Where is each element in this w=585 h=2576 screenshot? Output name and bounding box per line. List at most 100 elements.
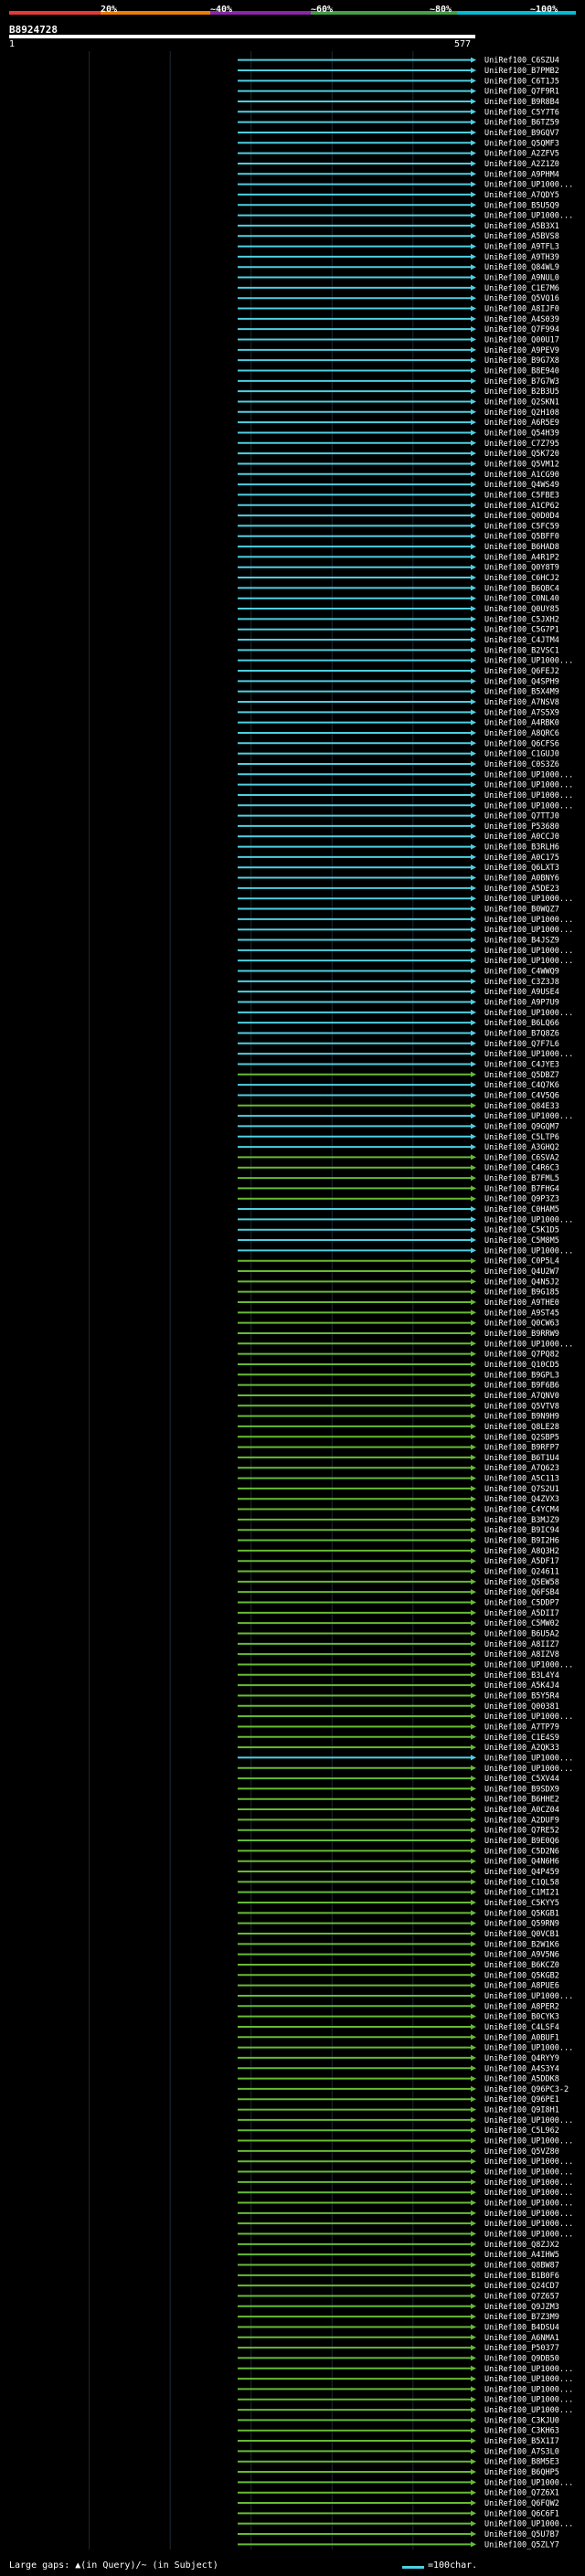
hit-label[interactable]: UniRef100_UP1000... [484, 2220, 573, 2229]
hit-label[interactable]: UniRef100_UP1000... [484, 916, 573, 925]
hit-label[interactable]: UniRef100_B8M5E3 [484, 2458, 559, 2467]
hit-label[interactable]: UniRef100_C4WWQ9 [484, 968, 559, 977]
hit-label[interactable]: UniRef100_Q7Z6X1 [484, 2489, 559, 2498]
hit-label[interactable]: UniRef100_C5G7P1 [484, 626, 559, 635]
hit-label[interactable]: UniRef100_C5KYY5 [484, 1899, 559, 1908]
hit-label[interactable]: UniRef100_UP1000... [484, 895, 573, 904]
hit-label[interactable]: UniRef100_Q00381 [484, 1702, 559, 1712]
hit-label[interactable]: UniRef100_A7S5X9 [484, 708, 559, 717]
hit-label[interactable]: UniRef100_B6KCZ0 [484, 1961, 559, 1970]
hit-label[interactable]: UniRef100_A8PUE6 [484, 1982, 559, 1991]
hit-label[interactable]: UniRef100_Q5QMF3 [484, 139, 559, 148]
hit-label[interactable]: UniRef100_UP1000... [484, 2168, 573, 2178]
hit-label[interactable]: UniRef100_C6SVA2 [484, 1153, 559, 1162]
hit-label[interactable]: UniRef100_C5L962 [484, 2126, 559, 2136]
hit-label[interactable]: UniRef100_Q2H108 [484, 408, 559, 418]
hit-label[interactable]: UniRef100_UP1000... [484, 791, 573, 800]
hit-label[interactable]: UniRef100_B2B3U5 [484, 387, 559, 397]
hit-label[interactable]: UniRef100_UP1000... [484, 2385, 573, 2394]
hit-label[interactable]: UniRef100_B9RRW9 [484, 1330, 559, 1339]
hit-label[interactable]: UniRef100_UP1000... [484, 2365, 573, 2374]
hit-label[interactable]: UniRef100_A1CG90 [484, 471, 559, 480]
hit-label[interactable]: UniRef100_B7PMB2 [484, 67, 559, 76]
hit-label[interactable]: UniRef100_Q5DBZ7 [484, 1071, 559, 1080]
hit-label[interactable]: UniRef100_C1E7M6 [484, 284, 559, 293]
hit-label[interactable]: UniRef100_C5DDP7 [484, 1599, 559, 1608]
hit-label[interactable]: UniRef100_UP1000... [484, 1754, 573, 1763]
hit-label[interactable]: UniRef100_Q9P3Z3 [484, 1195, 559, 1204]
hit-label[interactable]: UniRef100_A9TH39 [484, 253, 559, 262]
hit-label[interactable]: UniRef100_Q5VZ80 [484, 2147, 559, 2157]
hit-label[interactable]: UniRef100_B9F6B6 [484, 1382, 559, 1391]
hit-label[interactable]: UniRef100_Q24611 [484, 1568, 559, 1577]
hit-label[interactable]: UniRef100_A2QK33 [484, 1744, 559, 1753]
hit-label[interactable]: UniRef100_C1MI21 [484, 1889, 559, 1898]
hit-label[interactable]: UniRef100_C1GUJ0 [484, 750, 559, 759]
hit-label[interactable]: UniRef100_Q4WS49 [484, 481, 559, 490]
hit-label[interactable]: UniRef100_Q4RYY9 [484, 2054, 559, 2063]
hit-label[interactable]: UniRef100_UP1000... [484, 2396, 573, 2405]
hit-label[interactable]: UniRef100_Q6FSB4 [484, 1588, 559, 1597]
hit-label[interactable]: UniRef100_B2VSC1 [484, 646, 559, 655]
hit-label[interactable]: UniRef100_UP1000... [484, 2375, 573, 2384]
hit-label[interactable]: UniRef100_Q4ZVX3 [484, 1495, 559, 1504]
hit-label[interactable]: UniRef100_Q9JZM3 [484, 2303, 559, 2312]
hit-label[interactable]: UniRef100_A4RBK0 [484, 719, 559, 728]
hit-label[interactable]: UniRef100_C4LSF4 [484, 2023, 559, 2032]
hit-label[interactable]: UniRef100_UP1000... [484, 926, 573, 935]
hit-label[interactable]: UniRef100_Q8BW87 [484, 2261, 559, 2270]
hit-label[interactable]: UniRef100_Q24CD7 [484, 2282, 559, 2291]
hit-label[interactable]: UniRef100_A8IIZ7 [484, 1640, 559, 1649]
hit-label[interactable]: UniRef100_B6HAD8 [484, 543, 559, 552]
hit-label[interactable]: UniRef100_A2DUF9 [484, 1816, 559, 1825]
hit-label[interactable]: UniRef100_A5BVS8 [484, 232, 559, 241]
hit-label[interactable]: UniRef100_C4JYE3 [484, 1060, 559, 1069]
hit-label[interactable]: UniRef100_Q4U2W7 [484, 1267, 559, 1277]
hit-label[interactable]: UniRef100_A4S3Y4 [484, 2064, 559, 2073]
hit-label[interactable]: UniRef100_A8Q3H2 [484, 1547, 559, 1556]
hit-label[interactable]: UniRef100_Q0D0D4 [484, 512, 559, 521]
hit-label[interactable]: UniRef100_A9TFL3 [484, 243, 559, 252]
hit-label[interactable]: UniRef100_Q5VQ16 [484, 294, 559, 303]
hit-label[interactable]: UniRef100_UP1000... [484, 957, 573, 966]
hit-label[interactable]: UniRef100_C5K1D5 [484, 1226, 559, 1235]
hit-label[interactable]: UniRef100_Q5EW58 [484, 1578, 559, 1587]
hit-label[interactable]: UniRef100_C5XV44 [484, 1775, 559, 1784]
hit-label[interactable]: UniRef100_Q7PQ82 [484, 1351, 559, 1360]
hit-label[interactable]: UniRef100_A9ST45 [484, 1309, 559, 1318]
hit-label[interactable]: UniRef100_UP1000... [484, 1712, 573, 1722]
hit-label[interactable]: UniRef100_C1E4S9 [484, 1733, 559, 1743]
hit-label[interactable]: UniRef100_B7Z3M9 [484, 2313, 559, 2322]
hit-label[interactable]: UniRef100_Q6CFS6 [484, 739, 559, 748]
hit-label[interactable]: UniRef100_Q7F7L6 [484, 1040, 559, 1049]
hit-label[interactable]: UniRef100_A9V5N6 [484, 1951, 559, 1960]
hit-label[interactable]: UniRef100_Q2SBP5 [484, 1433, 559, 1442]
hit-label[interactable]: UniRef100_A5DII7 [484, 1609, 559, 1618]
hit-label[interactable]: UniRef100_C0P5L4 [484, 1257, 559, 1267]
hit-label[interactable]: UniRef100_Q9GQM7 [484, 1122, 559, 1131]
hit-label[interactable]: UniRef100_A5DF17 [484, 1557, 559, 1566]
hit-label[interactable]: UniRef100_B6HHE2 [484, 1796, 559, 1805]
hit-label[interactable]: UniRef100_B5U5Q9 [484, 201, 559, 210]
hit-label[interactable]: UniRef100_C5Y7T6 [484, 108, 559, 117]
hit-label[interactable]: UniRef100_C6SZU4 [484, 57, 559, 66]
hit-label[interactable]: UniRef100_Q84E33 [484, 1102, 559, 1111]
hit-label[interactable]: UniRef100_A6NMA1 [484, 2334, 559, 2343]
hit-label[interactable]: UniRef100_A3GHQ2 [484, 1143, 559, 1152]
hit-label[interactable]: UniRef100_UP1000... [484, 781, 573, 790]
hit-label[interactable]: UniRef100_A4S039 [484, 315, 559, 324]
hit-label[interactable]: UniRef100_UP1000... [484, 2231, 573, 2240]
hit-label[interactable]: UniRef100_B4JSZ9 [484, 937, 559, 946]
hit-label[interactable]: UniRef100_B5X1I7 [484, 2437, 559, 2446]
hit-label[interactable]: UniRef100_A7QNV0 [484, 1392, 559, 1401]
hit-label[interactable]: UniRef100_A1CP62 [484, 502, 559, 511]
hit-label[interactable]: UniRef100_Q5BFF0 [484, 533, 559, 542]
hit-label[interactable]: UniRef100_UP1000... [484, 1246, 573, 1256]
hit-label[interactable]: UniRef100_C6HCJ2 [484, 574, 559, 583]
hit-label[interactable]: UniRef100_UP1000... [484, 2044, 573, 2053]
hit-label[interactable]: UniRef100_Q7Z657 [484, 2292, 559, 2301]
hit-label[interactable]: UniRef100_UP1000... [484, 212, 573, 221]
hit-label[interactable]: UniRef100_B3RLH6 [484, 843, 559, 853]
hit-label[interactable]: UniRef100_B6U5A2 [484, 1629, 559, 1638]
hit-label[interactable]: UniRef100_C6T1J5 [484, 77, 559, 86]
